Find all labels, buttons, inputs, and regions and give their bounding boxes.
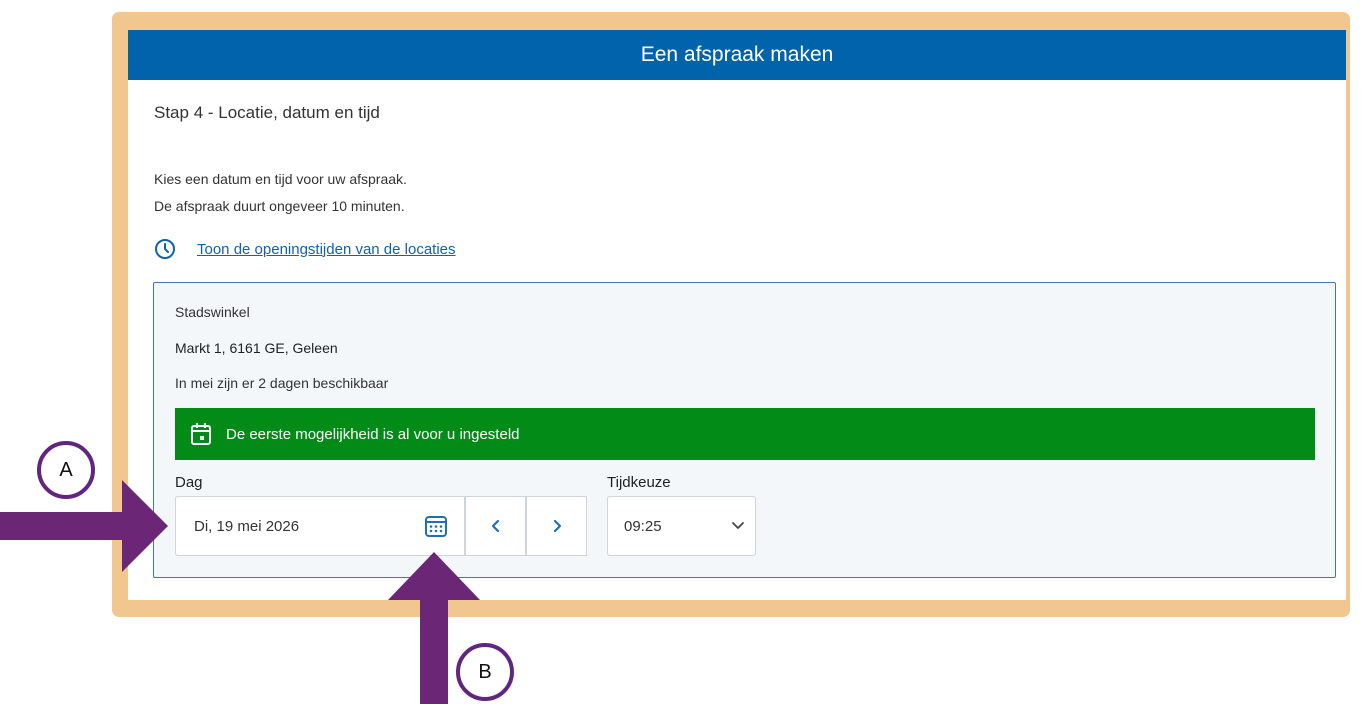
marker-a: A [37, 441, 95, 499]
marker-b-label: B [478, 660, 492, 683]
annotation-arrows [0, 480, 480, 704]
arrow-a-icon [0, 480, 168, 572]
marker-a-label: A [59, 458, 73, 481]
marker-b: B [456, 643, 514, 701]
